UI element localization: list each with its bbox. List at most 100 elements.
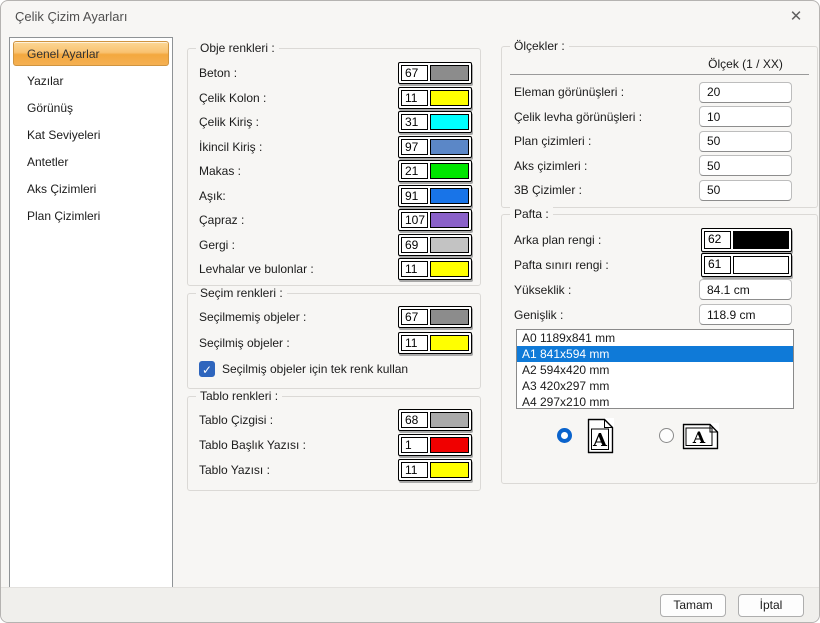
celik-kolon-color-button[interactable]: 11 xyxy=(398,87,472,109)
color-row-tablo-baslik: Tablo Başlık Yazısı : 1 xyxy=(188,432,480,457)
capraz-color-button[interactable]: 107 xyxy=(398,209,472,231)
scales-group: Ölçekler : Ölçek (1 / XX) Eleman görünüş… xyxy=(501,46,818,208)
orientation-options: A A xyxy=(502,415,817,471)
color-row-levhalar: Levhalar ve bulonlar : 11 xyxy=(188,257,480,282)
tablo-baslik-color-button[interactable]: 1 xyxy=(398,434,472,456)
sheet-group: Pafta : Arka plan rengi : 62 Pafta sınır… xyxy=(501,214,818,484)
selection-colors-group: Seçim renkleri : Seçilmemiş objeler : 67… xyxy=(187,293,481,389)
arka-plan-rengi-color-button[interactable]: 62 xyxy=(701,228,792,252)
levhalar-color-button[interactable]: 11 xyxy=(398,258,472,280)
tablo-cizgisi-color-index: 68 xyxy=(401,412,428,428)
color-row-capraz: Çapraz : 107 xyxy=(188,208,480,233)
celik-kiris-label: Çelik Kiriş : xyxy=(199,115,259,129)
paper-size-option-a0[interactable]: A0 1189x841 mm xyxy=(517,330,793,346)
celik-levha-gorunusleri-input[interactable] xyxy=(699,106,792,127)
ikincil-kiris-color-button[interactable]: 97 xyxy=(398,136,472,158)
sidebar-item-genel-ayarlar[interactable]: Genel Ayarlar xyxy=(13,41,169,66)
ok-button[interactable]: Tamam xyxy=(660,594,726,617)
close-icon[interactable]: ✕ xyxy=(785,6,807,28)
color-row-celik-kiris: Çelik Kiriş : 31 xyxy=(188,110,480,135)
paper-size-option-a1[interactable]: A1 841x594 mm xyxy=(517,346,793,362)
beton-color-button[interactable]: 67 xyxy=(398,62,472,84)
gergi-label: Gergi : xyxy=(199,238,235,252)
color-row-gergi: Gergi : 69 xyxy=(188,233,480,258)
tablo-baslik-label: Tablo Başlık Yazısı : xyxy=(199,438,306,452)
paper-size-option-a2[interactable]: A2 594x420 mm xyxy=(517,362,793,378)
landscape-page-icon[interactable]: A xyxy=(682,423,719,450)
tablo-cizgisi-color-button[interactable]: 68 xyxy=(398,409,472,431)
sidebar-item-kat-seviyeleri[interactable]: Kat Seviyeleri xyxy=(10,121,172,148)
svg-text:A: A xyxy=(692,428,706,447)
single-color-checkbox-row[interactable]: ✓ Seçilmiş objeler için tek renk kullan xyxy=(188,356,480,382)
celik-kiris-color-index: 31 xyxy=(401,114,428,130)
ucb-cizimler-input[interactable] xyxy=(699,180,792,201)
celik-kiris-color-swatch xyxy=(430,114,469,130)
plan-cizimleri-label: Plan çizimleri : xyxy=(514,134,591,148)
title-bar: Çelik Çizim Ayarları ✕ xyxy=(1,1,819,33)
beton-color-index: 67 xyxy=(401,65,428,81)
portrait-page-icon[interactable]: A xyxy=(587,418,614,454)
makas-color-button[interactable]: 21 xyxy=(398,160,472,182)
ikincil-kiris-color-index: 97 xyxy=(401,139,428,155)
sheet-group-title: Pafta : xyxy=(510,207,553,221)
celik-cizim-ayarlari-dialog: Çelik Çizim Ayarları ✕ Genel Ayarlar Yaz… xyxy=(0,0,820,623)
scale-row-aks-cizimleri: Aks çizimleri : xyxy=(502,154,817,179)
secilmemis-color-button[interactable]: 67 xyxy=(398,306,472,328)
radio-portrait[interactable] xyxy=(557,428,572,443)
settings-nav-sidebar: Genel Ayarlar Yazılar Görünüş Kat Seviye… xyxy=(9,37,173,588)
color-row-ikincil-kiris: İkincil Kiriş : 97 xyxy=(188,135,480,160)
pafta-siniri-color-swatch xyxy=(733,256,789,274)
sidebar-item-aks-cizimleri[interactable]: Aks Çizimleri xyxy=(10,175,172,202)
color-row-secilmis: Seçilmiş objeler : 11 xyxy=(188,330,480,356)
radio-landscape[interactable] xyxy=(659,428,674,443)
gergi-color-swatch xyxy=(430,237,469,253)
tablo-yazisi-color-button[interactable]: 11 xyxy=(398,459,472,481)
celik-kiris-color-button[interactable]: 31 xyxy=(398,111,472,133)
gergi-color-button[interactable]: 69 xyxy=(398,234,472,256)
secilmis-color-button[interactable]: 11 xyxy=(398,332,472,354)
color-row-secilmemis: Seçilmemiş objeler : 67 xyxy=(188,304,480,330)
paper-size-option-a3[interactable]: A3 420x297 mm xyxy=(517,378,793,394)
celik-levha-gorunusleri-label: Çelik levha görünüşleri : xyxy=(514,110,642,124)
plan-cizimleri-input[interactable] xyxy=(699,131,792,152)
sheet-width-row: Genişlik : xyxy=(502,302,817,327)
sidebar-item-antetler[interactable]: Antetler xyxy=(10,148,172,175)
checkbox-checked-icon[interactable]: ✓ xyxy=(199,361,215,377)
object-colors-group: Obje renkleri : Beton : 67 Çelik Kolon :… xyxy=(187,48,481,286)
secilmis-color-swatch xyxy=(430,335,469,351)
tablo-yazisi-color-swatch xyxy=(430,462,469,478)
color-row-makas: Makas : 21 xyxy=(188,159,480,184)
arka-plan-color-swatch xyxy=(733,231,789,249)
asik-color-swatch xyxy=(430,188,469,204)
sidebar-item-gorunus[interactable]: Görünüş xyxy=(10,94,172,121)
celik-kolon-color-swatch xyxy=(430,90,469,106)
scales-group-title: Ölçekler : xyxy=(510,39,569,53)
table-colors-group-title: Tablo renkleri : xyxy=(196,389,282,403)
eleman-gorunusleri-label: Eleman görünüşleri : xyxy=(514,85,624,99)
secilmis-color-index: 11 xyxy=(401,335,428,351)
gergi-color-index: 69 xyxy=(401,237,428,253)
single-color-checkbox-label: Seçilmiş objeler için tek renk kullan xyxy=(222,362,408,376)
asik-label: Aşık: xyxy=(199,189,226,203)
paper-size-listbox[interactable]: A0 1189x841 mm A1 841x594 mm A2 594x420 … xyxy=(516,329,794,409)
aks-cizimleri-input[interactable] xyxy=(699,155,792,176)
asik-color-index: 91 xyxy=(401,188,428,204)
color-row-beton: Beton : 67 xyxy=(188,61,480,86)
scale-column-header: Ölçek (1 / XX) xyxy=(699,57,792,71)
cancel-button[interactable]: İptal xyxy=(738,594,804,617)
color-row-pafta-siniri: Pafta sınırı rengi : 61 xyxy=(502,252,817,277)
pafta-siniri-rengi-color-button[interactable]: 61 xyxy=(701,253,792,277)
tablo-cizgisi-label: Tablo Çizgisi : xyxy=(199,413,273,427)
sidebar-item-plan-cizimleri[interactable]: Plan Çizimleri xyxy=(10,202,172,229)
levhalar-label: Levhalar ve bulonlar : xyxy=(199,262,314,276)
paper-size-option-a4[interactable]: A4 297x210 mm xyxy=(517,394,793,409)
scale-row-celik-levha: Çelik levha görünüşleri : xyxy=(502,105,817,130)
asik-color-button[interactable]: 91 xyxy=(398,185,472,207)
genislik-input[interactable] xyxy=(699,304,792,325)
selection-colors-group-title: Seçim renkleri : xyxy=(196,286,287,300)
eleman-gorunusleri-input[interactable] xyxy=(699,82,792,103)
makas-color-swatch xyxy=(430,163,469,179)
sidebar-item-yazilar[interactable]: Yazılar xyxy=(10,67,172,94)
dialog-footer: Tamam İptal xyxy=(1,587,819,622)
yukseklik-input[interactable] xyxy=(699,279,792,300)
